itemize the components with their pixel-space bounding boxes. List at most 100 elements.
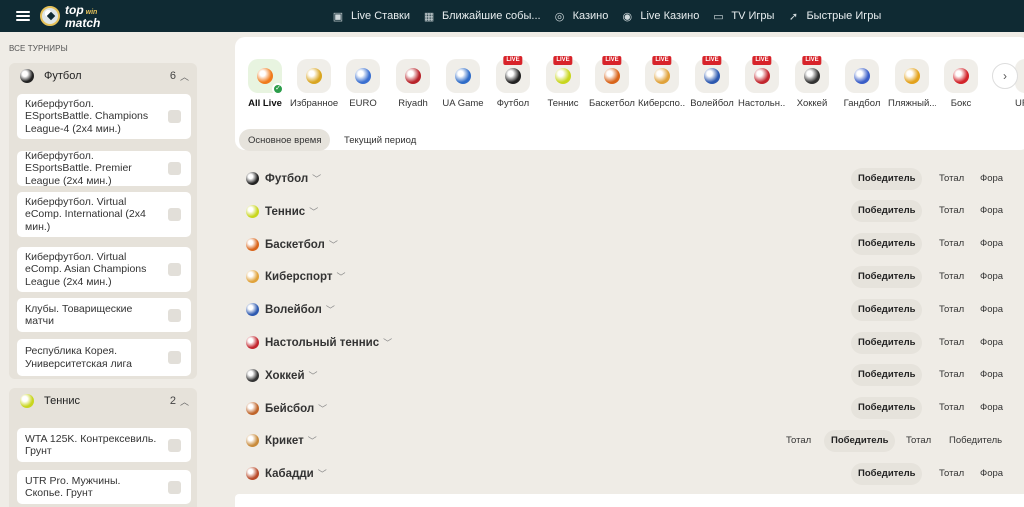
- sport-row-title[interactable]: Бейсбол ﹀: [265, 402, 327, 415]
- league-checkbox[interactable]: [168, 263, 181, 276]
- league-checkbox[interactable]: [168, 438, 181, 452]
- market-button[interactable]: Фора: [973, 266, 1010, 288]
- market-button[interactable]: Победитель: [851, 298, 923, 321]
- logo[interactable]: top win match: [40, 4, 100, 29]
- category-5[interactable]: LIVE Футбол: [489, 56, 537, 109]
- market-button[interactable]: Фора: [973, 364, 1010, 386]
- sport-row: Киберспорт ﹀ Победитель Тотал Фора: [235, 260, 1024, 293]
- market-button[interactable]: Победитель: [851, 364, 923, 387]
- league-checkbox[interactable]: [168, 351, 181, 364]
- market-button[interactable]: Фора: [973, 332, 1010, 354]
- category-12[interactable]: Гандбол: [838, 59, 886, 109]
- market-button[interactable]: Тотал: [932, 266, 971, 288]
- chevron-up-icon[interactable]: ︿: [180, 395, 189, 408]
- category-sport-icon: [555, 68, 571, 84]
- category-2[interactable]: EURO: [339, 59, 387, 109]
- market-button[interactable]: Победитель: [851, 233, 923, 256]
- league-item[interactable]: Киберфутбол. Virtual eComp. Internationa…: [17, 192, 191, 237]
- league-item[interactable]: WTA 125K. Контрексевиль. Грунт: [17, 428, 191, 462]
- league-item[interactable]: Киберфутбол. ESportsBattle. Premier Leag…: [17, 150, 191, 187]
- category-10[interactable]: LIVE Настольн...: [738, 56, 786, 109]
- category-7[interactable]: LIVE Баскетбол: [588, 56, 636, 109]
- sport-row-title[interactable]: Баскетбол ﹀: [265, 238, 338, 251]
- sport-row-title[interactable]: Волейбол ﹀: [265, 303, 335, 316]
- sport-row-title[interactable]: Теннис ﹀: [265, 205, 318, 218]
- sport-count: 2: [169, 395, 176, 407]
- sidebar-sport-header[interactable]: Футбол 6 ︿: [9, 63, 197, 89]
- market-button[interactable]: Тотал: [899, 430, 938, 452]
- nav-item-4[interactable]: ▭ TV Игры: [711, 10, 774, 23]
- sidebar-sport-header[interactable]: Теннис 2 ︿: [9, 388, 197, 414]
- market-button[interactable]: Тотал: [932, 299, 971, 321]
- nav-item-2[interactable]: ◎ Казино: [553, 10, 609, 23]
- category-11[interactable]: LIVE Хоккей: [788, 56, 836, 109]
- market-button[interactable]: Тотал: [932, 332, 971, 354]
- live-casino-icon: ◉: [622, 10, 633, 23]
- market-button[interactable]: Тотал: [932, 200, 971, 222]
- nav-item-3[interactable]: ◉ Live Казино: [620, 10, 700, 23]
- league-item[interactable]: Клубы. Товарищеские матчи: [17, 298, 191, 332]
- market-button[interactable]: Победитель: [942, 430, 1009, 452]
- category-8[interactable]: LIVE Киберспо...: [638, 56, 686, 109]
- market-button[interactable]: Фора: [973, 168, 1010, 190]
- market-button[interactable]: Тотал: [932, 233, 971, 255]
- sport-row-title[interactable]: Настольный теннис ﹀: [265, 336, 392, 349]
- league-checkbox[interactable]: [168, 162, 181, 175]
- league-item[interactable]: Киберфутбол. ESportsBattle. Champions Le…: [17, 94, 191, 139]
- market-button[interactable]: Фора: [973, 200, 1010, 222]
- nav-item-0[interactable]: ▣ Live Ставки: [331, 10, 410, 23]
- market-button[interactable]: Фора: [973, 299, 1010, 321]
- period-current[interactable]: Текущий период: [335, 129, 425, 151]
- category-9[interactable]: LIVE Волейбол: [688, 56, 736, 109]
- sport-row-title[interactable]: Футбол ﹀: [265, 172, 321, 185]
- market-button[interactable]: Фора: [973, 233, 1010, 255]
- category-3[interactable]: Riyadh: [389, 59, 437, 109]
- category-13[interactable]: Пляжный...: [888, 59, 936, 109]
- menu-burger-icon[interactable]: [16, 11, 30, 21]
- carousel-next-button[interactable]: ›: [992, 63, 1018, 89]
- sport-row-name: Хоккей: [265, 369, 305, 382]
- market-button[interactable]: Победитель: [824, 429, 896, 452]
- nav-item-1[interactable]: ▦ Ближайшие собы...: [422, 10, 541, 23]
- league-item[interactable]: UTR Pro. Мужчины. Скопье. Грунт: [17, 470, 191, 504]
- category-0[interactable]: ✓ All Live: [241, 59, 289, 109]
- category-4[interactable]: UA Game: [439, 59, 487, 109]
- market-button[interactable]: Фора: [973, 397, 1010, 419]
- category-6[interactable]: LIVE Теннис: [539, 56, 587, 109]
- sport-row-name: Теннис: [265, 205, 306, 218]
- market-button[interactable]: Тотал: [779, 430, 818, 452]
- chevron-up-icon[interactable]: ︿: [180, 70, 189, 83]
- market-button[interactable]: Тотал: [932, 463, 971, 485]
- league-checkbox[interactable]: [168, 208, 181, 221]
- period-main-time[interactable]: Основное время: [239, 129, 331, 151]
- market-button[interactable]: Победитель: [851, 397, 923, 420]
- sport-row: Настольный теннис ﹀ Победитель Тотал Фора: [235, 326, 1024, 359]
- sport-row-title[interactable]: Хоккей ﹀: [265, 369, 318, 382]
- market-button[interactable]: Победитель: [851, 167, 923, 190]
- league-checkbox[interactable]: [168, 308, 181, 322]
- market-button[interactable]: Победитель: [851, 462, 923, 485]
- live-badge: LIVE: [553, 56, 573, 65]
- league-checkbox[interactable]: [168, 110, 181, 123]
- league-checkbox[interactable]: [168, 480, 181, 494]
- category-tile: ✓: [248, 59, 284, 95]
- market-button[interactable]: Победитель: [851, 265, 923, 288]
- sport-row-title[interactable]: Кабадди ﹀: [265, 467, 327, 480]
- market-button[interactable]: Победитель: [851, 331, 923, 354]
- league-item[interactable]: Республика Корея. Университетская лига: [17, 339, 191, 376]
- live-badge: LIVE: [752, 56, 772, 65]
- sport-row-title[interactable]: Киберспорт ﹀: [265, 270, 346, 283]
- category-15[interactable]: UFC: [1015, 59, 1024, 109]
- category-1[interactable]: Избранное: [290, 59, 338, 109]
- sport-count: 6: [169, 70, 176, 82]
- market-button[interactable]: Тотал: [932, 397, 971, 419]
- market-button[interactable]: Тотал: [932, 364, 971, 386]
- market-button[interactable]: Тотал: [932, 168, 971, 190]
- market-button[interactable]: Фора: [973, 463, 1010, 485]
- league-item[interactable]: Киберфутбол. Virtual eComp. Asian Champi…: [17, 247, 191, 292]
- category-14[interactable]: Бокс: [937, 59, 985, 109]
- nav-item-5[interactable]: ➚ Быстрые Игры: [786, 10, 881, 23]
- sport-row-title[interactable]: Крикет ﹀: [265, 434, 317, 447]
- market-button[interactable]: Победитель: [851, 200, 923, 223]
- sport-row: Крикет ﹀ Тотал Победитель Тотал Победитель: [235, 424, 1024, 457]
